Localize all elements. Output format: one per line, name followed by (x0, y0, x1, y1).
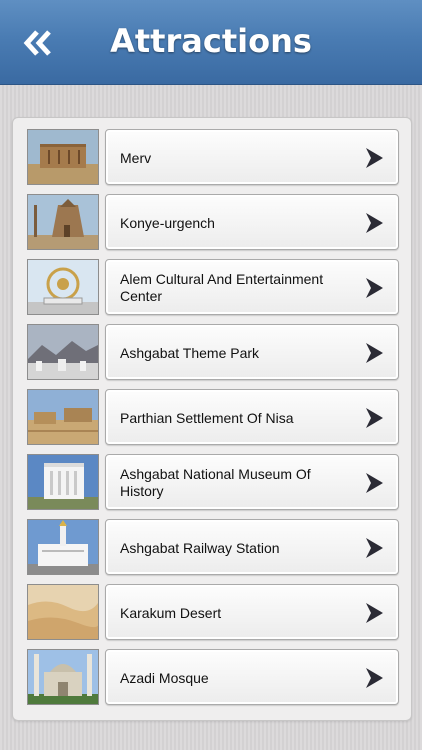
chevron-right-icon (366, 473, 383, 493)
navigation-bar: Attractions (0, 0, 422, 85)
thumbnail-image (27, 519, 99, 575)
chevron-right-icon (366, 213, 383, 233)
list-item-button[interactable]: Parthian Settlement Of Nisa (105, 389, 399, 445)
list-item[interactable]: Ashgabat Railway Station (27, 519, 399, 575)
list-item-button[interactable]: Ashgabat Theme Park (105, 324, 399, 380)
list-item-label: Ashgabat Railway Station (120, 539, 280, 556)
list-item-button[interactable]: Azadi Mosque (105, 649, 399, 705)
list-item-button[interactable]: Konye-urgench (105, 194, 399, 250)
list-item[interactable]: Azadi Mosque (27, 649, 399, 705)
list-item-label: Ashgabat Theme Park (120, 344, 260, 361)
list-item[interactable]: Ashgabat Theme Park (27, 324, 399, 380)
chevron-right-icon (366, 148, 383, 168)
list-item-label: Merv (120, 149, 152, 166)
list-item[interactable]: Parthian Settlement Of Nisa (27, 389, 399, 445)
list-item[interactable]: Alem Cultural And Entertainment Center (27, 259, 399, 315)
list-item-label: Alem Cultural And Entertainment Center (120, 271, 324, 304)
chevron-right-icon (366, 408, 383, 428)
attractions-list: Merv Konye-urgench Alem Cultural And Ent… (12, 117, 412, 721)
thumbnail-image (27, 194, 99, 250)
list-item[interactable]: Konye-urgench (27, 194, 399, 250)
list-item-label: Karakum Desert (120, 604, 222, 621)
list-item-label: Azadi Mosque (120, 669, 209, 686)
thumbnail-image (27, 649, 99, 705)
list-item-button[interactable]: Ashgabat National Museum Of History (105, 454, 399, 510)
page-title: Attractions (110, 22, 312, 60)
chevron-right-icon (366, 278, 383, 298)
list-item-button[interactable]: Alem Cultural And Entertainment Center (105, 259, 399, 315)
list-item-button[interactable]: Merv (105, 129, 399, 185)
thumbnail-image (27, 389, 99, 445)
thumbnail-image (27, 454, 99, 510)
chevron-right-icon (366, 343, 383, 363)
list-item[interactable]: Ashgabat National Museum Of History (27, 454, 399, 510)
list-item-label: Parthian Settlement Of Nisa (120, 409, 294, 426)
thumbnail-image (27, 259, 99, 315)
chevron-right-icon (366, 603, 383, 623)
list-item-button[interactable]: Karakum Desert (105, 584, 399, 640)
chevron-right-icon (366, 538, 383, 558)
thumbnail-image (27, 584, 99, 640)
chevron-right-icon (366, 668, 383, 688)
list-item[interactable]: Karakum Desert (27, 584, 399, 640)
thumbnail-image (27, 129, 99, 185)
list-item[interactable]: Merv (27, 129, 399, 185)
list-item-label: Ashgabat National Museum Of History (120, 466, 311, 499)
list-item-button[interactable]: Ashgabat Railway Station (105, 519, 399, 575)
thumbnail-image (27, 324, 99, 380)
list-item-label: Konye-urgench (120, 214, 215, 231)
